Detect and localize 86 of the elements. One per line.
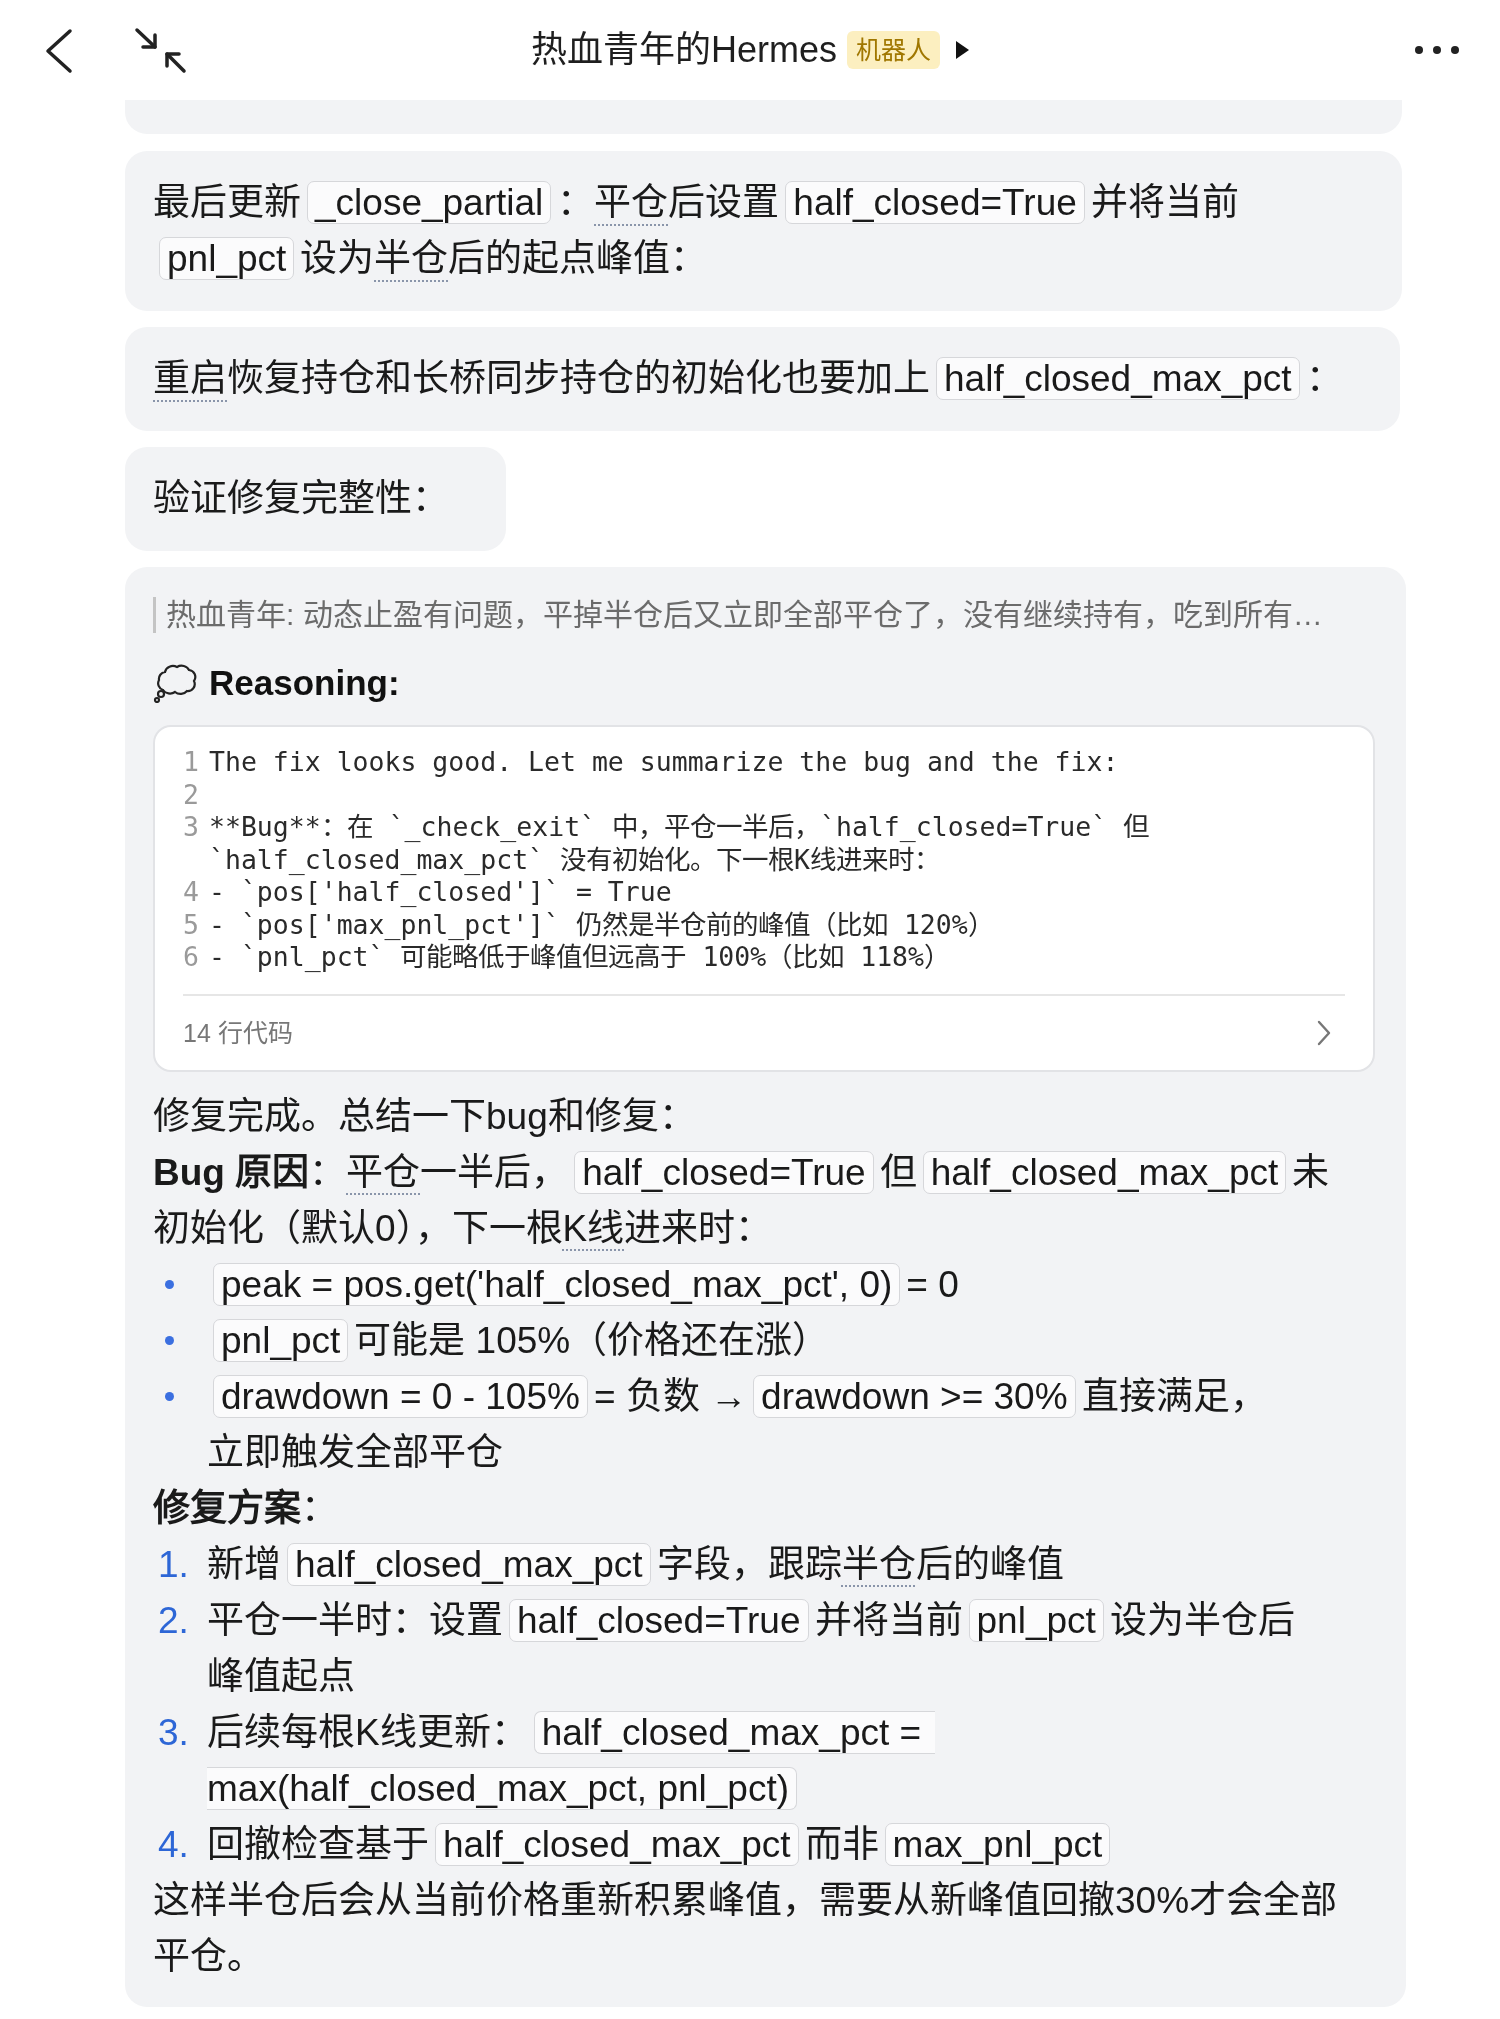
message-text: = 负数 → [593, 1375, 748, 1417]
term-link[interactable]: 半仓 [374, 238, 449, 279]
inline-code: half_closed=True [785, 181, 1085, 224]
message-text: 进来时： [624, 1207, 773, 1249]
inline-code: drawdown = 0 - 105% [213, 1374, 588, 1418]
inline-code: max_pnl_pct [884, 1822, 1111, 1866]
inline-code: half_closed_max_pct [435, 1822, 799, 1866]
inline-code: _close_partial [307, 181, 552, 224]
message-text: 恢复持仓和长桥同步持仓的初始化也要加上 [227, 358, 930, 399]
reasoning-label: Reasoning: [209, 662, 400, 704]
line-number: 3 [183, 811, 200, 844]
term-link[interactable]: K线 [562, 1207, 625, 1249]
list-number: 3. [157, 1710, 189, 1755]
inline-code: pnl_pct [213, 1318, 349, 1362]
message-text: 未 [1292, 1151, 1330, 1193]
message-text: 这样半仓后会从当前价格重新积累峰值，需要从新峰值回撤30%才会全部 [153, 1879, 1338, 1921]
message-text: 一半后， [420, 1151, 569, 1193]
message-text: 但 [879, 1151, 917, 1193]
message-text: 而非 [804, 1823, 879, 1865]
term-link[interactable]: 重启 [153, 358, 227, 399]
back-icon[interactable] [45, 28, 73, 74]
line-number: 4 [183, 876, 200, 909]
message-text: 后续每根K线更新： [207, 1711, 528, 1753]
message-text: 直接满足， [1081, 1375, 1267, 1417]
list-number: 2. [157, 1598, 189, 1643]
inline-code: half_closed_max_pct = [533, 1710, 936, 1754]
inline-code: peak = pos.get('half_closed_max_pct', 0) [213, 1262, 901, 1306]
code-line: - `pnl_pct` 可能略低于峰值但远高于 100%（比如 118%） [209, 941, 951, 974]
message-text: ： [1305, 358, 1343, 399]
line-number: 6 [183, 941, 200, 974]
line-number: 1 [183, 746, 200, 779]
message-text: 修复完成。总结一下bug和修复： [153, 1095, 696, 1137]
message-text: 字段，跟踪 [656, 1543, 842, 1585]
bullet-icon [165, 1336, 174, 1345]
message-text: 新增 [207, 1543, 281, 1585]
message-text: Bug 原因： [153, 1151, 347, 1193]
shrink-arrows-icon[interactable] [134, 26, 187, 74]
code-line: - `pos['max_pnl_pct']` 仍然是半仓前的峰值（比如 120%） [209, 908, 995, 941]
inline-code: pnl_pct [968, 1598, 1104, 1642]
message-text: 平仓。 [153, 1935, 264, 1977]
inline-code: half_closed_max_pct [287, 1542, 651, 1586]
play-icon[interactable] [956, 41, 969, 59]
more-icon[interactable] [1415, 46, 1459, 54]
message-text: 回撤检查基于 [207, 1823, 429, 1865]
bullet-icon [165, 1392, 174, 1401]
bullet-icon [165, 1280, 174, 1289]
inline-code: half_closed_max_pct [936, 357, 1300, 400]
message-text: 验证修复完整性： [153, 478, 449, 519]
inline-code: half_closed=True [509, 1598, 809, 1642]
message-text: 立即触发全部平仓 [207, 1431, 503, 1473]
role-badge: 机器人 [847, 31, 940, 69]
code-line: - `pos['half_closed']` = True [209, 876, 673, 909]
message-text: 初始化（默认0），下一根 [153, 1207, 563, 1249]
quoted-message: 热血青年: 动态止盈有问题，平掉半仓后又立即全部平仓了，没有继续持有，吃到所有… [153, 597, 1375, 633]
list-number: 4. [157, 1822, 189, 1867]
line-number: 2 [183, 778, 200, 811]
inline-code: pnl_pct [159, 237, 295, 280]
chevron-right-icon [1317, 1019, 1331, 1046]
message-text: 修复方案： [153, 1487, 338, 1529]
message-text: 峰值起点 [207, 1655, 355, 1697]
chat-title: 热血青年的Hermes [531, 28, 837, 72]
message-text: 设为 [300, 238, 375, 279]
message-text: 设为半仓后 [1109, 1599, 1295, 1641]
inline-code: max(half_closed_max_pct, pnl_pct) [207, 1766, 797, 1810]
inline-code: drawdown >= 30% [753, 1374, 1076, 1418]
message-text: 并将当前 [814, 1599, 963, 1641]
expand-code-button[interactable]: 14 行代码 [183, 995, 1345, 1070]
term-link[interactable]: 半仓 [841, 1543, 916, 1585]
term-link[interactable]: 平仓 [346, 1151, 421, 1193]
message-text: 后的起点峰值： [448, 238, 708, 279]
message-text: 平仓一半时：设置 [207, 1599, 503, 1641]
message-text: ： [557, 182, 595, 223]
message-text: 最后更新 [153, 182, 301, 223]
inline-code: half_closed_max_pct [922, 1150, 1287, 1194]
list-number: 1. [157, 1542, 189, 1587]
message-text: = 0 [906, 1263, 959, 1305]
message-text: 并将当前 [1090, 182, 1239, 223]
message-text: 后设置 [668, 182, 780, 223]
inline-code: half_closed=True [574, 1150, 874, 1194]
thought-bubble-icon [153, 663, 197, 703]
message-text: 后的峰值 [915, 1543, 1064, 1585]
message-text: 可能是 105%（价格还在涨） [354, 1319, 830, 1361]
code-line: **Bug**：在 `_check_exit` 中，平仓一半后，`half_closed=True` 但 `half_closed_max_pct` 没有初始化。下一根K线进来时： [209, 811, 1151, 876]
code-line: The fix looks good. Let me summarize the bug and the fix: [209, 746, 1120, 779]
term-link[interactable]: 平仓 [594, 182, 669, 223]
line-number: 5 [183, 908, 200, 941]
